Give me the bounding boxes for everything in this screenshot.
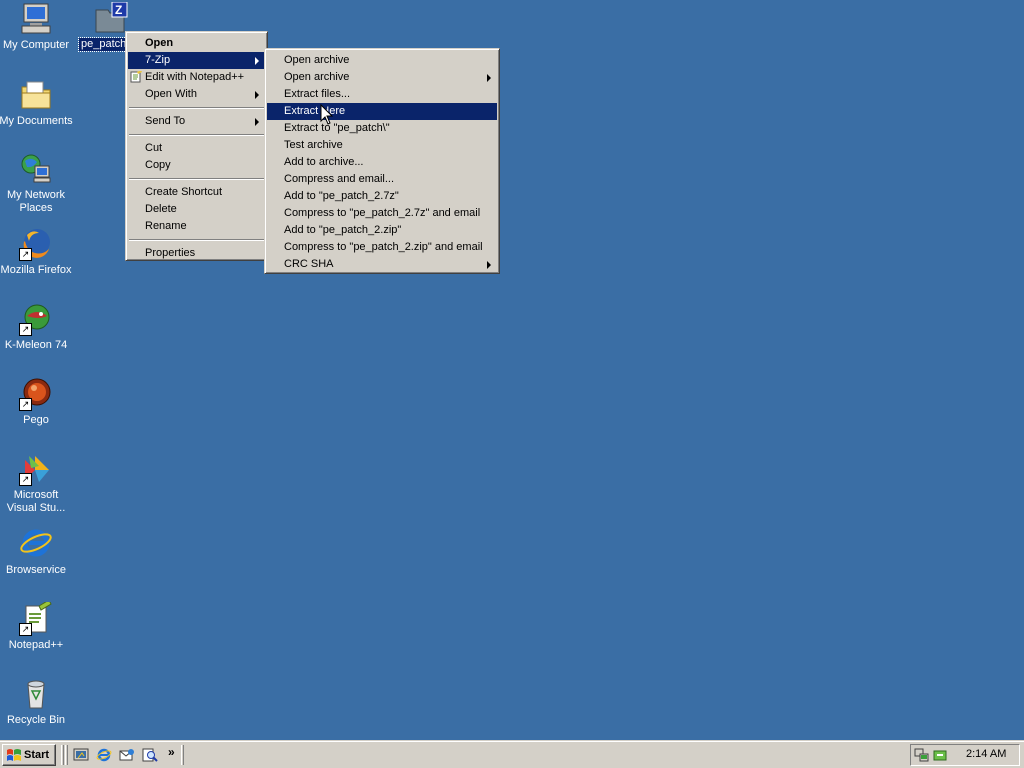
desktop-icon-pego[interactable]: ↗ Pego bbox=[0, 377, 74, 427]
desktop-icon-label: Notepad++ bbox=[8, 639, 64, 651]
menu-item-label: Edit with Notepad++ bbox=[145, 71, 245, 83]
toolbar-grip[interactable] bbox=[65, 745, 68, 765]
menu-item-delete[interactable]: Delete bbox=[128, 201, 265, 218]
shortcut-arrow-icon: ↗ bbox=[19, 248, 32, 261]
7zip-submenu: Open archive Open archive Extract files.… bbox=[264, 48, 500, 274]
submenu-arrow-icon bbox=[255, 91, 259, 99]
desktop-icon-label: My Documents bbox=[0, 115, 73, 127]
desktop-icon-browservice[interactable]: Browservice bbox=[0, 527, 74, 577]
firefox-icon: ↗ bbox=[19, 227, 53, 261]
menu-item-properties[interactable]: Properties bbox=[128, 245, 265, 262]
notepad-plus-plus-icon: ↗ bbox=[19, 599, 53, 636]
menu-item-label: CRC SHA bbox=[284, 258, 334, 270]
shortcut-arrow-icon: ↗ bbox=[19, 623, 32, 636]
submenu-arrow-icon bbox=[487, 261, 491, 269]
toolbar-grip[interactable] bbox=[61, 745, 64, 765]
pego-icon: ↗ bbox=[19, 377, 53, 411]
svg-text:Z: Z bbox=[115, 3, 122, 17]
menu-item-open-archive[interactable]: Open archive bbox=[267, 52, 497, 69]
desktop-icon-k-meleon[interactable]: ↗ K-Meleon 74 bbox=[0, 302, 74, 352]
desktop-icon-recycle-bin[interactable]: Recycle Bin bbox=[0, 677, 74, 727]
shortcut-arrow-icon: ↗ bbox=[19, 473, 32, 486]
menu-item-create-shortcut[interactable]: Create Shortcut bbox=[128, 184, 265, 201]
desktop-icon-network-places[interactable]: My Network Places bbox=[0, 152, 74, 215]
menu-item-test-archive[interactable]: Test archive bbox=[267, 137, 497, 154]
menu-item-open-archive-submenu[interactable]: Open archive bbox=[267, 69, 497, 86]
menu-item-extract-here[interactable]: Extract Here bbox=[267, 103, 497, 120]
internet-explorer-icon bbox=[19, 527, 53, 561]
selected-file-label[interactable]: pe_patch bbox=[77, 37, 130, 52]
desktop-icon-label: Pego bbox=[23, 414, 49, 426]
submenu-arrow-icon bbox=[487, 74, 491, 82]
shortcut-arrow-icon: ↗ bbox=[19, 398, 32, 411]
outlook-express-icon[interactable] bbox=[119, 747, 135, 763]
menu-separator bbox=[129, 239, 264, 241]
system-tray: 2:14 AM bbox=[910, 744, 1020, 766]
menu-separator bbox=[129, 107, 264, 109]
menu-item-add-to-archive[interactable]: Add to archive... bbox=[267, 154, 497, 171]
show-desktop-icon[interactable] bbox=[73, 747, 89, 763]
menu-item-crc-sha[interactable]: CRC SHA bbox=[267, 256, 497, 273]
desktop-icon-label: Recycle Bin bbox=[6, 714, 66, 726]
desktop-icon-my-documents[interactable]: My Documents bbox=[0, 78, 74, 128]
desktop-icon-my-computer[interactable]: My Computer bbox=[0, 2, 74, 52]
desktop-icon-label: K-Meleon 74 bbox=[4, 339, 68, 351]
taskbar: Start » 2:14 AM bbox=[0, 740, 1024, 768]
menu-item-add-to-zip[interactable]: Add to "pe_patch_2.zip" bbox=[267, 222, 497, 239]
menu-item-add-to-7z[interactable]: Add to "pe_patch_2.7z" bbox=[267, 188, 497, 205]
desktop-icon-label: My Computer bbox=[2, 39, 70, 51]
menu-item-7zip[interactable]: 7-Zip bbox=[128, 52, 265, 69]
menu-item-label: Open archive bbox=[284, 71, 350, 83]
network-connection-icon[interactable] bbox=[914, 747, 930, 763]
desktop-icon-label: My Network Places bbox=[6, 189, 66, 214]
safely-remove-hardware-icon[interactable] bbox=[932, 747, 948, 763]
desktop-icon-firefox[interactable]: ↗ Mozilla Firefox bbox=[0, 227, 74, 277]
menu-item-extract-files[interactable]: Extract files... bbox=[267, 86, 497, 103]
menu-item-copy[interactable]: Copy bbox=[128, 157, 265, 174]
menu-item-extract-to-folder[interactable]: Extract to "pe_patch\" bbox=[267, 120, 497, 137]
start-button[interactable]: Start bbox=[2, 744, 56, 766]
menu-separator bbox=[129, 178, 264, 180]
notepad-plus-plus-icon bbox=[130, 70, 142, 83]
menu-item-edit-with-notepad[interactable]: Edit with Notepad++ bbox=[128, 69, 265, 86]
menu-item-send-to[interactable]: Send To bbox=[128, 113, 265, 130]
quicklaunch-more-button[interactable]: » bbox=[168, 745, 175, 759]
menu-item-label: 7-Zip bbox=[145, 54, 171, 66]
desktop-icon-label: Microsoft Visual Stu... bbox=[6, 489, 66, 514]
desktop-icon-notepad-plus-plus[interactable]: ↗ Notepad++ bbox=[0, 599, 74, 652]
search-icon[interactable] bbox=[142, 747, 158, 763]
menu-item-compress-7z-email[interactable]: Compress to "pe_patch_2.7z" and email bbox=[267, 205, 497, 222]
toolbar-grip[interactable] bbox=[181, 745, 184, 765]
my-computer-icon bbox=[19, 2, 53, 36]
network-places-icon bbox=[19, 152, 53, 186]
menu-item-rename[interactable]: Rename bbox=[128, 218, 265, 235]
mouse-pointer-icon bbox=[320, 103, 334, 126]
start-button-label: Start bbox=[24, 749, 50, 761]
k-meleon-icon: ↗ bbox=[19, 302, 53, 336]
clock[interactable]: 2:14 AM bbox=[966, 748, 1006, 760]
file-context-menu: Open 7-Zip Edit with Notepad++ Open With… bbox=[125, 31, 268, 261]
menu-item-cut[interactable]: Cut bbox=[128, 140, 265, 157]
desktop-icon-visual-studio[interactable]: ↗ Microsoft Visual Stu... bbox=[0, 452, 74, 515]
desktop-icon-label: Mozilla Firefox bbox=[0, 264, 72, 276]
submenu-arrow-icon bbox=[255, 57, 259, 65]
visual-studio-icon: ↗ bbox=[19, 452, 53, 486]
menu-item-open-with[interactable]: Open With bbox=[128, 86, 265, 103]
menu-item-label: Open With bbox=[145, 88, 197, 100]
menu-item-compress-zip-email[interactable]: Compress to "pe_patch_2.zip" and email bbox=[267, 239, 497, 256]
shortcut-arrow-icon: ↗ bbox=[19, 323, 32, 336]
submenu-arrow-icon bbox=[255, 118, 259, 126]
internet-explorer-icon[interactable] bbox=[96, 747, 112, 763]
desktop-icon-label: Browservice bbox=[6, 564, 66, 576]
windows-logo-icon bbox=[6, 748, 22, 762]
menu-item-compress-and-email[interactable]: Compress and email... bbox=[267, 171, 497, 188]
my-documents-icon bbox=[19, 78, 53, 112]
menu-item-open[interactable]: Open bbox=[128, 35, 265, 52]
menu-separator bbox=[129, 134, 264, 136]
menu-item-label: Send To bbox=[145, 115, 186, 127]
recycle-bin-icon bbox=[19, 677, 53, 711]
